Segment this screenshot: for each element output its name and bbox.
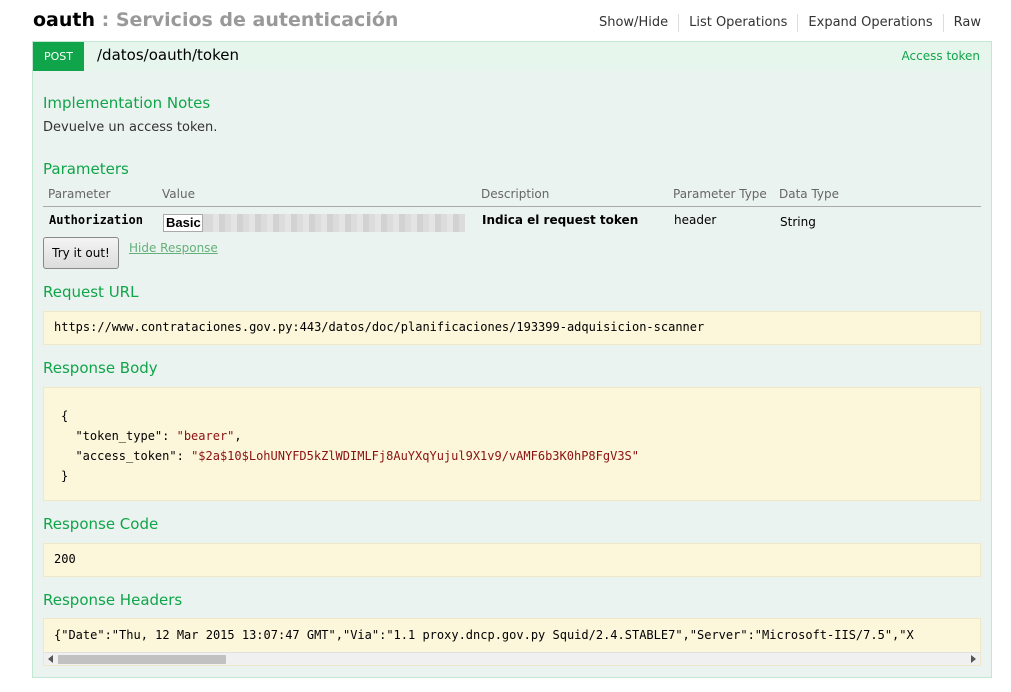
- scroll-right-icon[interactable]: [971, 655, 976, 663]
- operation-header[interactable]: POST /datos/oauth/token Access token: [33, 42, 991, 71]
- json-open: {: [61, 409, 69, 423]
- json-key-token-type: "token_type": [75, 429, 163, 443]
- operation-path[interactable]: /datos/oauth/token: [97, 46, 239, 64]
- param-type: header: [674, 213, 717, 227]
- resource-title[interactable]: oauth : Servicios de autenticación: [33, 8, 398, 32]
- col-parameter: Parameter: [48, 187, 111, 201]
- parameters-title: Parameters: [43, 160, 129, 178]
- request-url: https://www.contrataciones.gov.py:443/da…: [54, 320, 705, 334]
- operation-summary[interactable]: Access token: [902, 49, 980, 63]
- request-url-title: Request URL: [43, 283, 139, 301]
- col-description: Description: [481, 187, 550, 201]
- response-headers-title: Response Headers: [43, 591, 183, 609]
- try-it-out-button[interactable]: Try it out!: [43, 237, 119, 269]
- raw-link[interactable]: Raw: [944, 14, 981, 32]
- param-value-input[interactable]: Basic: [163, 214, 203, 232]
- table-row: Authorization Basic Indica el request to…: [43, 207, 981, 237]
- response-code: 200: [54, 552, 76, 566]
- expand-operations-link[interactable]: Expand Operations: [798, 14, 944, 32]
- col-data-type: Data Type: [779, 187, 840, 201]
- response-headers: {"Date":"Thu, 12 Mar 2015 13:07:47 GMT",…: [54, 628, 914, 642]
- implementation-notes-title: Implementation Notes: [43, 94, 211, 112]
- parameters-table-header: Parameter Value Description Parameter Ty…: [43, 186, 981, 207]
- json-close: }: [61, 469, 69, 483]
- response-body-block: { "token_type": "bearer", "access_token"…: [43, 387, 981, 501]
- col-parameter-type: Parameter Type: [673, 187, 767, 201]
- resource-name[interactable]: oauth: [33, 9, 95, 31]
- param-description: Indica el request token: [482, 213, 639, 227]
- json-value-token-type: "bearer": [176, 429, 235, 443]
- resource-description: Servicios de autenticación: [115, 9, 399, 31]
- param-name: Authorization: [49, 213, 143, 227]
- col-value: Value: [162, 187, 195, 201]
- hide-response-link[interactable]: Hide Response: [129, 241, 218, 255]
- http-method-badge[interactable]: POST: [33, 42, 84, 71]
- horizontal-scrollbar[interactable]: [44, 652, 980, 665]
- json-key-access-token: "access_token": [75, 449, 177, 463]
- param-value-redacted: [213, 214, 465, 232]
- response-code-title: Response Code: [43, 515, 159, 533]
- resource-ops: Show/Hide List Operations Expand Operati…: [589, 14, 981, 32]
- scroll-left-icon[interactable]: [48, 655, 53, 663]
- request-url-block: https://www.contrataciones.gov.py:443/da…: [43, 311, 981, 345]
- list-operations-link[interactable]: List Operations: [679, 14, 799, 32]
- param-data-type: String: [780, 215, 816, 229]
- response-code-block: 200: [43, 543, 981, 577]
- show-hide-link[interactable]: Show/Hide: [589, 14, 680, 32]
- operation-panel: POST /datos/oauth/token Access token Imp…: [32, 41, 992, 678]
- response-headers-block: {"Date":"Thu, 12 Mar 2015 13:07:47 GMT",…: [43, 618, 981, 666]
- scrollbar-thumb[interactable]: [58, 655, 226, 664]
- response-body-title: Response Body: [43, 359, 158, 377]
- implementation-notes: Devuelve un access token.: [43, 120, 218, 135]
- resource-heading: oauth : Servicios de autenticación Show/…: [33, 8, 981, 38]
- parameters-table: Parameter Value Description Parameter Ty…: [43, 186, 981, 237]
- json-value-access-token: "$2a$10$LohUNYFD5kZlWDIMLFj8AuYXqYujul9X…: [191, 449, 639, 463]
- resource-separator: :: [95, 9, 116, 31]
